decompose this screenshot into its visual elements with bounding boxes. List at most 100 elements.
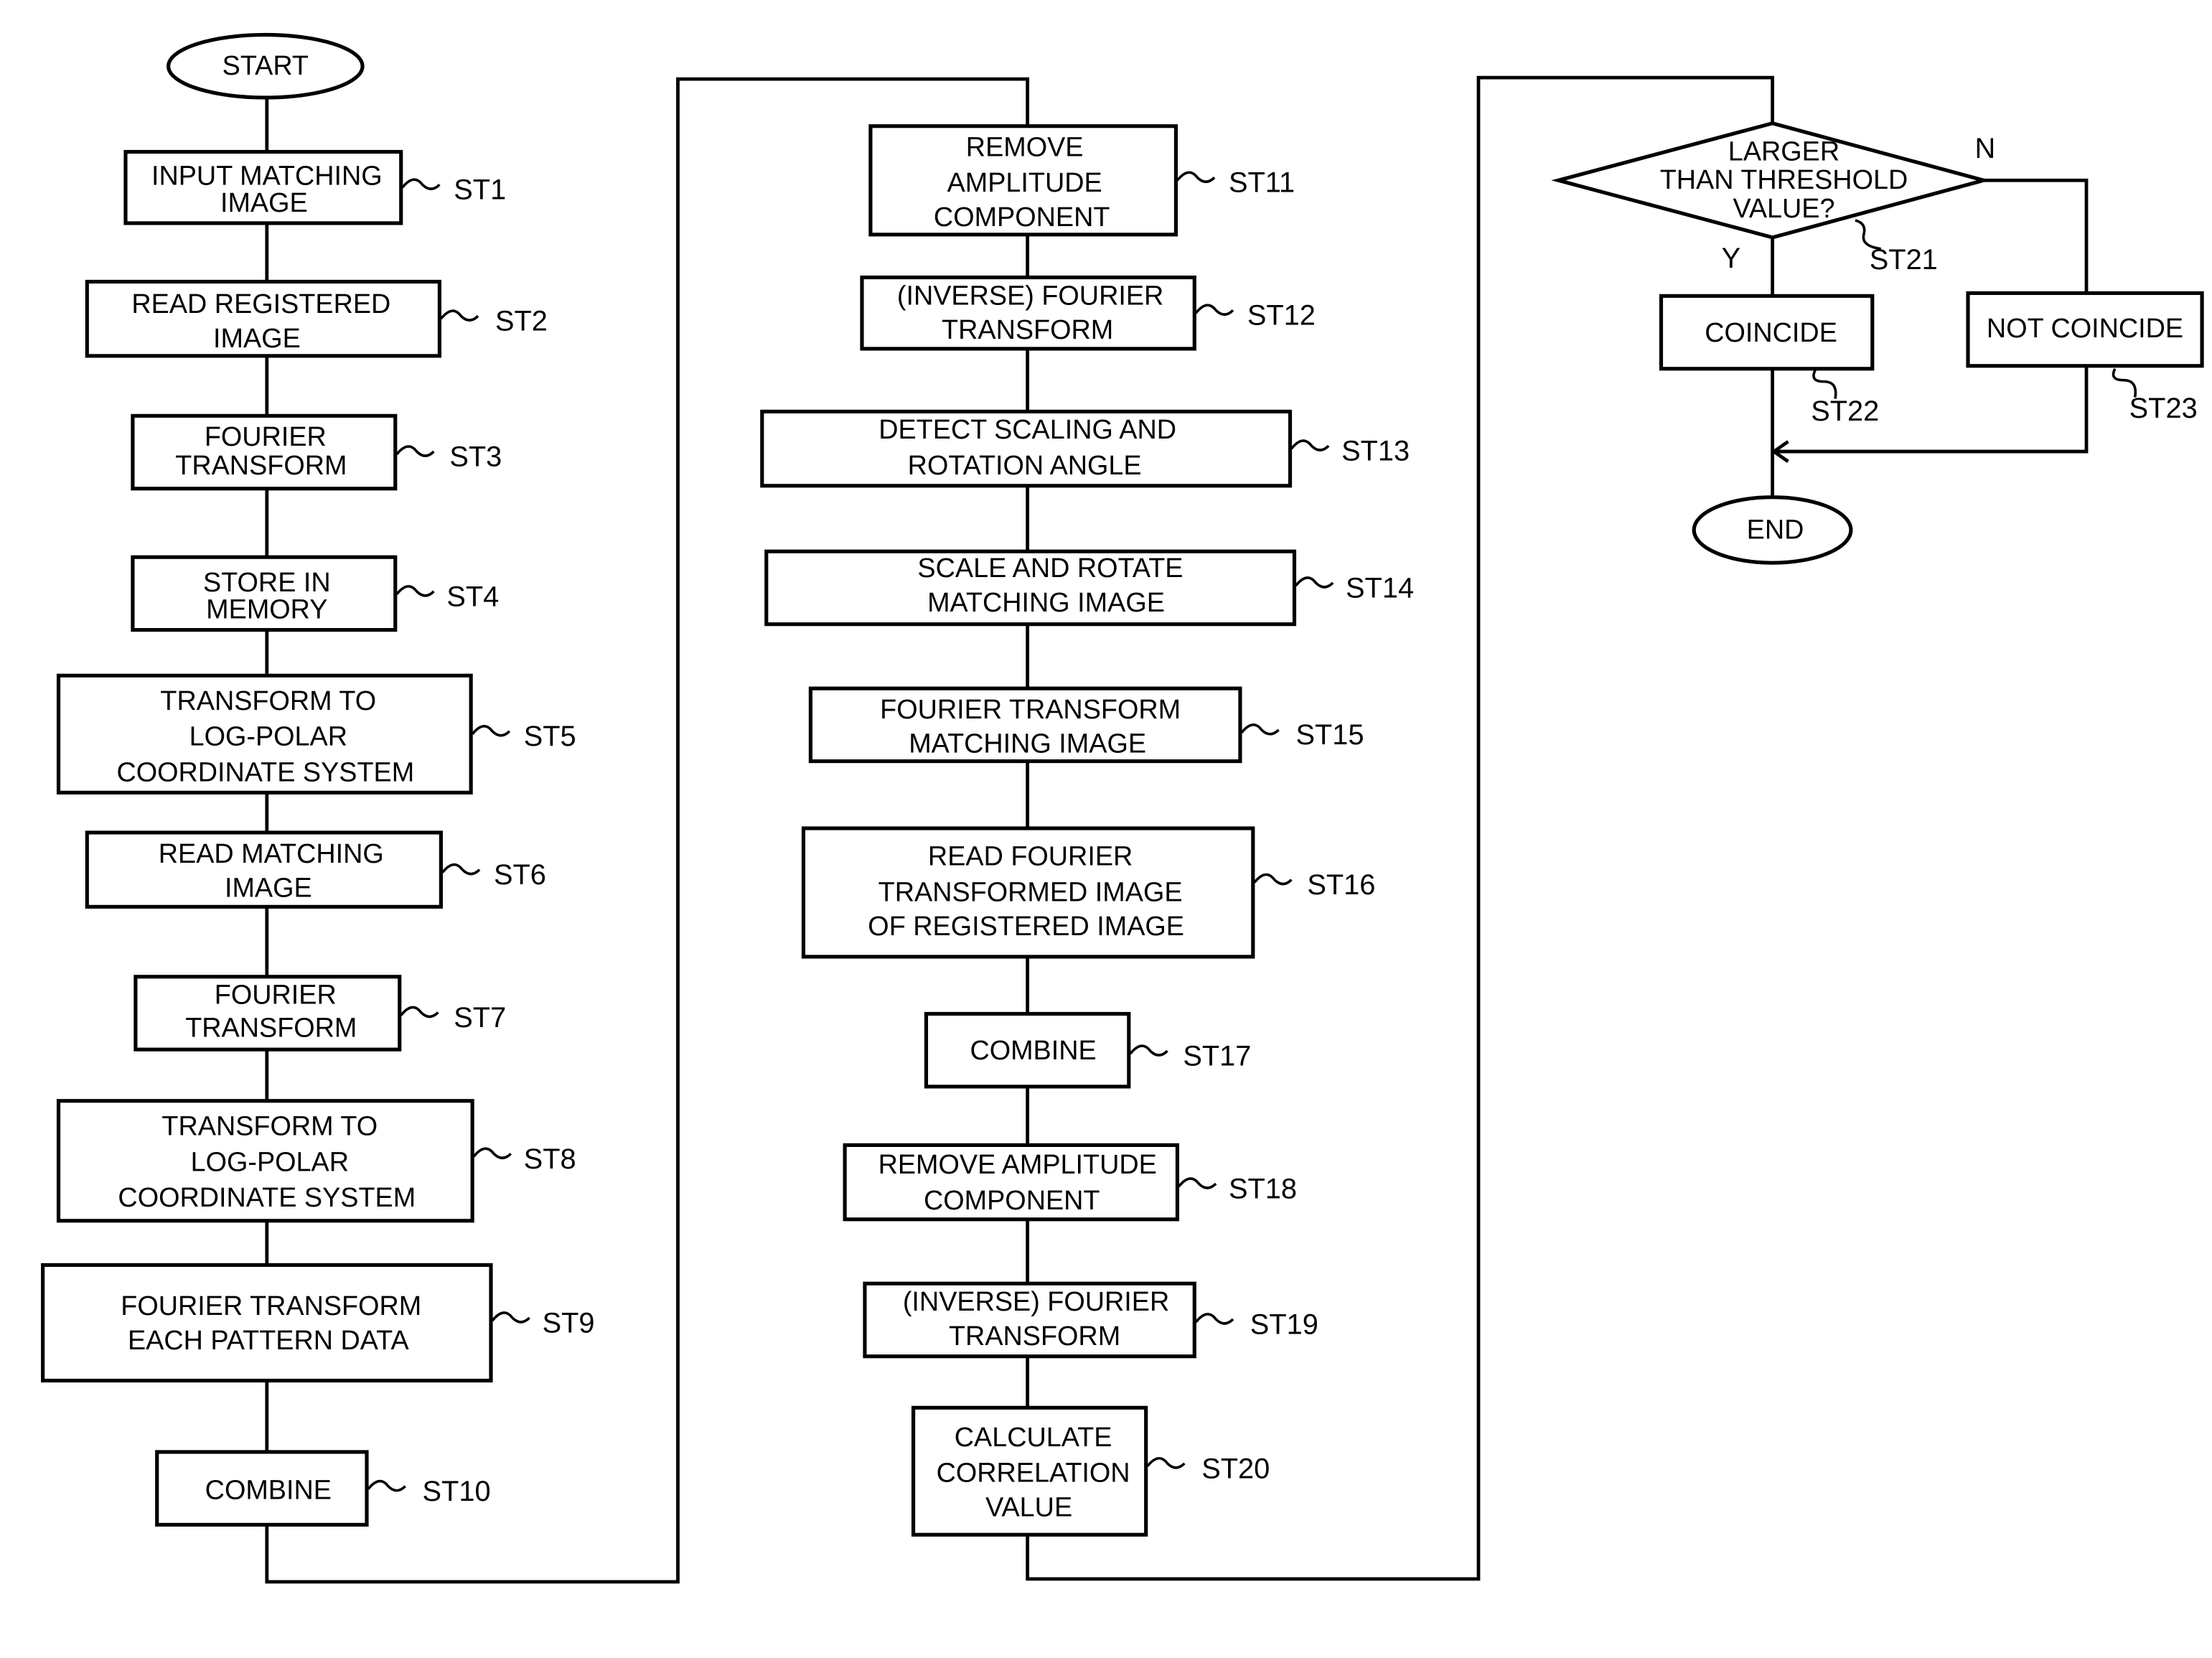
step-st17: COMBINE ST17	[924, 1011, 1251, 1089]
step-text-line: FOURIER TRANSFORM	[121, 1291, 421, 1321]
step-text-line: NOT COINCIDE	[1987, 314, 2183, 344]
step-st9: FOURIER TRANSFORM EACH PATTERN DATA ST9	[41, 1263, 594, 1383]
step-id-label: ST3	[449, 441, 502, 473]
step-text-line: FOURIER	[205, 422, 327, 452]
step-text-line: MATCHING IMAGE	[909, 729, 1146, 759]
leader-squiggle-icon	[1194, 304, 1234, 316]
step-id-label: ST19	[1250, 1308, 1318, 1340]
step-id-label: ST8	[524, 1143, 576, 1175]
step-text-line: (INVERSE) FOURIER	[903, 1287, 1169, 1317]
leader-squiggle-icon	[441, 863, 481, 876]
leader-squiggle-icon	[1812, 369, 1837, 399]
step-text-line: MEMORY	[206, 595, 327, 625]
start-label: START	[222, 51, 309, 81]
step-id-label: ST23	[2129, 393, 2198, 424]
step-text-line: (INVERSE) FOURIER	[897, 281, 1163, 311]
step-st12: (INVERSE) FOURIER TRANSFORM ST12	[860, 275, 1316, 351]
step-text-line: IMAGE	[225, 873, 312, 903]
step-text-line: TRANSFORM	[175, 451, 347, 481]
step-text-line: VALUE	[985, 1492, 1072, 1522]
step-id-label: ST4	[446, 581, 499, 612]
step-text-line: INPUT MATCHING	[151, 161, 383, 191]
step-text-line: STORE IN	[203, 568, 331, 598]
connector-st21-no-st23	[1983, 178, 2089, 294]
step-id-label: ST22	[1811, 395, 1879, 427]
step-text-line: READ MATCHING	[159, 839, 384, 869]
leader-squiggle-icon	[395, 445, 435, 457]
step-st16: READ FOURIER TRANSFORMED IMAGE OF REGIST…	[801, 826, 1375, 959]
decision-text-line: VALUE?	[1733, 194, 1834, 224]
step-id-label: ST18	[1229, 1174, 1297, 1205]
step-st4: STORE IN MEMORY ST4	[131, 555, 499, 632]
leader-squiggle-icon	[400, 1006, 439, 1018]
leader-squiggle-icon	[471, 725, 511, 737]
step-id-label: ST12	[1247, 300, 1316, 332]
decision-st21: LARGER THAN THRESHOLD VALUE? ST21 N Y	[1551, 121, 1995, 276]
step-st11: REMOVE AMPLITUDE COMPONENT ST11	[868, 124, 1295, 237]
step-id-label: ST10	[423, 1476, 491, 1507]
step-id-label: ST15	[1295, 719, 1364, 751]
step-st10: COMBINE ST10	[155, 1450, 491, 1527]
flowchart: START END INPUT MATCHING IMAGE ST1 READ …	[41, 32, 2204, 1584]
step-text-line: TRANSFORMED IMAGE	[878, 877, 1183, 907]
leader-squiggle-icon	[472, 1147, 512, 1160]
step-text-line: DETECT SCALING AND	[878, 415, 1176, 445]
end-terminal: END	[1692, 495, 1853, 565]
step-text-line: CORRELATION	[937, 1458, 1130, 1489]
step-id-label: ST5	[524, 721, 576, 752]
step-st14: SCALE AND ROTATE MATCHING IMAGE ST14	[764, 549, 1414, 627]
branch-yes-label: Y	[1722, 243, 1741, 274]
step-st22: COINCIDE ST22	[1659, 294, 1879, 427]
step-text-line: SCALE AND ROTATE	[917, 553, 1183, 584]
step-text-line: TRANSFORM	[942, 315, 1113, 345]
decision-text-line: THAN THRESHOLD	[1660, 165, 1908, 195]
step-id-label: ST21	[1870, 244, 1938, 276]
step-id-label: ST20	[1201, 1453, 1270, 1484]
step-id-label: ST1	[454, 174, 506, 206]
step-text-line: TRANSFORM	[185, 1013, 357, 1043]
step-text-line: MATCHING IMAGE	[927, 588, 1165, 618]
step-text-line: LOG-POLAR	[191, 1147, 349, 1177]
step-text-line: IMAGE	[213, 324, 301, 354]
step-st2: READ REGISTERED IMAGE ST2	[85, 279, 548, 358]
step-text-line: READ REGISTERED	[131, 289, 390, 319]
leader-squiggle-icon	[1290, 439, 1330, 451]
step-st13: DETECT SCALING AND ROTATION ANGLE ST13	[760, 409, 1410, 488]
step-text-line: TRANSFORM TO	[160, 686, 376, 716]
step-text-line: CALCULATE	[955, 1423, 1112, 1453]
leader-squiggle-icon	[1194, 1313, 1234, 1325]
step-id-label: ST17	[1183, 1041, 1251, 1072]
step-text-line: OF REGISTERED IMAGE	[868, 912, 1184, 942]
step-id-label: ST16	[1307, 869, 1375, 901]
leader-squiggle-icon	[401, 178, 441, 190]
leader-squiggle-icon	[367, 1479, 406, 1492]
step-st5: TRANSFORM TO LOG-POLAR COORDINATE SYSTEM…	[56, 673, 576, 795]
step-text-line: TRANSFORM	[949, 1321, 1120, 1352]
step-st6: READ MATCHING IMAGE ST6	[85, 830, 546, 909]
step-text-line: COMBINE	[970, 1036, 1096, 1066]
step-text-line: REMOVE AMPLITUDE	[878, 1150, 1157, 1180]
leader-squiggle-icon	[1253, 873, 1293, 886]
step-text-line: TRANSFORM TO	[161, 1112, 378, 1142]
step-text-line: COMBINE	[205, 1476, 332, 1506]
step-text-line: LOG-POLAR	[189, 722, 347, 752]
step-text-line: COORDINATE SYSTEM	[116, 757, 414, 787]
leader-squiggle-icon	[440, 309, 479, 322]
step-text-line: EACH PATTERN DATA	[128, 1326, 409, 1356]
step-id-label: ST14	[1346, 572, 1414, 604]
leader-squiggle-icon	[395, 585, 435, 597]
step-text-line: COMPONENT	[924, 1186, 1100, 1216]
leader-squiggle-icon	[1176, 171, 1216, 184]
step-text-line: COORDINATE SYSTEM	[118, 1183, 416, 1213]
leader-squiggle-icon	[1146, 1457, 1186, 1469]
step-st1: INPUT MATCHING IMAGE ST1	[123, 149, 506, 225]
step-text-line: IMAGE	[220, 188, 308, 218]
end-label: END	[1747, 515, 1804, 545]
step-st8: TRANSFORM TO LOG-POLAR COORDINATE SYSTEM…	[56, 1099, 576, 1223]
leader-squiggle-icon	[491, 1311, 530, 1324]
leader-squiggle-icon	[1178, 1177, 1217, 1189]
step-text-line: AMPLITUDE	[947, 168, 1102, 198]
step-id-label: ST2	[495, 306, 548, 337]
step-st19: (INVERSE) FOURIER TRANSFORM ST19	[863, 1281, 1318, 1359]
leader-squiggle-icon	[1129, 1044, 1168, 1057]
